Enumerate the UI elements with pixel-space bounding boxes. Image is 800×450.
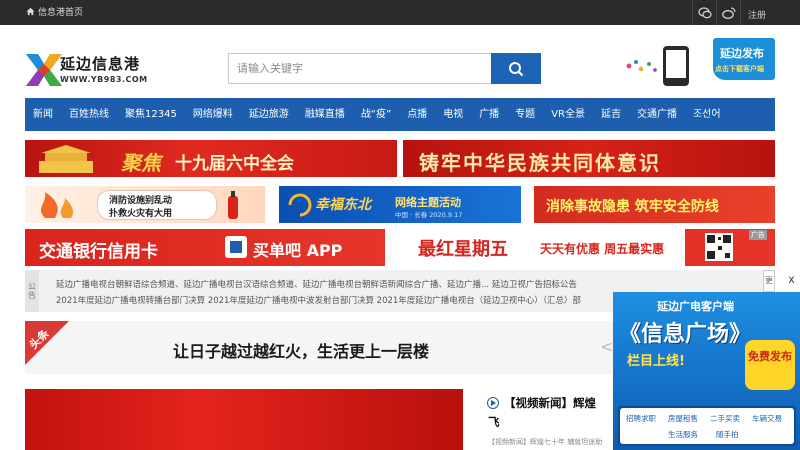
nav-item-korean[interactable]: 조선어 <box>685 98 729 131</box>
app-download-promo[interactable]: 延边发布 点击下载客户端 <box>625 38 775 88</box>
banner-safety[interactable]: 消除事故隐患 筑牢安全防线 <box>534 186 775 223</box>
side-ad-top: 延边广电客户端 <box>657 300 734 313</box>
search-input[interactable] <box>228 53 492 84</box>
logo-name[interactable]: 延边信息港 <box>60 53 140 74</box>
banner-happy-text: 网络主题活动 <box>395 196 461 209</box>
side-ad-cat[interactable]: 二手买卖 <box>710 413 740 424</box>
nav-item-hotline[interactable]: 百姓热线 <box>61 98 117 131</box>
banner-bocom-mid: 买单吧 APP <box>253 241 343 260</box>
divider <box>740 0 741 25</box>
banner-happy-northeast[interactable]: 幸福东北 网络主题活动 中国 · 长春 2020.9.17 <box>279 186 521 223</box>
side-ad-title: 《信息广场》 <box>619 322 752 347</box>
home-link[interactable]: 信息港首页 <box>26 5 83 18</box>
search-button[interactable] <box>491 53 541 84</box>
side-ad-categories: 招聘求职 房屋租售 二手买卖 车辆交易 生活服务 随手拍 <box>620 408 794 444</box>
banner-plenary-text: 十九届六中全会 <box>175 154 294 174</box>
announcement-more-button[interactable]: 更 <box>763 270 775 292</box>
banner-happy-logo: 幸福东北 <box>315 197 371 213</box>
divider <box>716 0 717 25</box>
banner-bocom-tail: 天天有优惠 周五最实惠 <box>540 242 665 256</box>
home-label: 信息港首页 <box>38 8 84 18</box>
decor-dots-icon <box>626 60 657 72</box>
nav-item-epidemic[interactable]: 战“疫” <box>353 98 399 131</box>
register-link[interactable]: 注册 <box>748 8 766 21</box>
prev-arrow-icon[interactable]: < <box>600 337 613 356</box>
promo-title: 延边发布 <box>720 47 764 60</box>
logo-icon[interactable] <box>24 50 64 90</box>
weibo-icon[interactable] <box>722 6 736 20</box>
close-ad-button[interactable]: X <box>783 276 800 290</box>
banner-safety-text: 消除事故隐患 筑牢安全防线 <box>546 199 719 215</box>
side-ad-cat[interactable]: 房屋租售 <box>668 413 698 424</box>
side-ad-free-label: 免费发布 <box>748 350 792 363</box>
banner-bocom-right: 最红星期五 <box>418 239 508 260</box>
nav-item-vod[interactable]: 点播 <box>399 98 435 131</box>
ad-tag: 广告 <box>749 230 767 240</box>
banner-bocom-left: 交通银行信用卡 <box>39 242 158 262</box>
banner-fire-safety[interactable]: 消防设施别乱动 扑救火灾有大用 <box>25 186 265 223</box>
qr-code-icon <box>705 233 733 261</box>
nav-item-yanji[interactable]: 延吉 <box>593 98 629 131</box>
banner-unity[interactable]: 铸牢中华民族共同体意识 <box>403 140 775 177</box>
headline-title[interactable]: 让日子越过越红火，生活更上一层楼 <box>173 338 429 362</box>
banner-happy-sub: 中国 · 长春 2020.9.17 <box>395 211 463 219</box>
search-icon <box>509 61 524 76</box>
announcement-line-2[interactable]: 2021年度延边广播电视转播台部门决算 2021年度延边广播电视中波发射台部门决… <box>56 294 581 306</box>
play-icon <box>487 397 499 409</box>
home-icon <box>26 7 35 16</box>
nav-item-live[interactable]: 融媒直播 <box>297 98 353 131</box>
video-description: 【视频新闻】辉煌七十年 辅就坦途助 <box>488 438 603 446</box>
side-ad-online: 栏目上线! <box>627 354 685 369</box>
side-ad-cat[interactable]: 车辆交易 <box>752 413 782 424</box>
side-ad-info-square[interactable]: 延边广电客户端 《信息广场》 栏目上线! 免费发布 招聘求职 房屋租售 二手买卖… <box>613 292 800 450</box>
swirl-icon <box>288 193 312 217</box>
announcement-line-1[interactable]: 延边广播电视台朝鲜语综合频道、延边广播电视台汉语综合频道、延边广播电视台朝鲜语新… <box>56 278 577 290</box>
video-title-line-1[interactable]: 【视频新闻】辉煌 <box>504 395 596 411</box>
bocom-logo-icon <box>225 236 247 258</box>
main-nav: 新闻 百姓热线 聚焦12345 网络爆料 延边旅游 融媒直播 战“疫” 点播 电… <box>25 98 775 131</box>
nav-item-traffic-radio[interactable]: 交通广播 <box>629 98 685 131</box>
nav-item-12345[interactable]: 聚焦12345 <box>117 98 185 131</box>
promo-subtitle: 点击下载客户端 <box>715 65 764 73</box>
video-thumbnail[interactable] <box>25 389 463 450</box>
nav-item-topics[interactable]: 专题 <box>507 98 543 131</box>
side-ad-cat[interactable]: 招聘求职 <box>626 413 656 424</box>
logo-url: WWW.YB983.COM <box>60 75 148 84</box>
wechat-icon[interactable] <box>698 6 712 20</box>
top-bar: 信息港首页 注册 <box>0 0 800 25</box>
nav-item-report[interactable]: 网络爆料 <box>185 98 241 131</box>
flame-icon <box>40 192 73 218</box>
nav-item-radio[interactable]: 广播 <box>471 98 507 131</box>
nav-item-vr[interactable]: VR全景 <box>543 98 593 131</box>
side-ad-cat[interactable]: 随手拍 <box>716 429 739 440</box>
nav-item-tv[interactable]: 电视 <box>435 98 471 131</box>
side-ad-cat[interactable]: 生活服务 <box>668 429 698 440</box>
extinguisher-icon <box>228 191 238 219</box>
divider <box>692 0 693 25</box>
banner-bocom[interactable]: 交通银行信用卡 买单吧 APP 最红星期五 天天有优惠 周五最实惠 广告 <box>25 229 775 266</box>
banner-fire-line2: 扑救火灾有大用 <box>109 209 173 219</box>
nav-item-news[interactable]: 新闻 <box>25 98 61 131</box>
nav-item-travel[interactable]: 延边旅游 <box>241 98 297 131</box>
announcement-tag: 公告 <box>25 270 39 312</box>
side-ad-free-badge: 免费发布 <box>745 340 795 390</box>
phone-icon <box>663 46 689 86</box>
headline-box[interactable]: 头条 让日子越过越红火，生活更上一层楼 < <box>25 321 615 374</box>
banner-plenary[interactable]: 聚焦 十九届六中全会 <box>25 140 397 177</box>
banner-unity-text: 铸牢中华民族共同体意识 <box>419 151 661 175</box>
video-title-line-2[interactable]: 飞 <box>488 414 500 430</box>
tiananmen-icon <box>39 145 93 173</box>
banner-fire-line1: 消防设施别乱动 <box>109 196 173 206</box>
